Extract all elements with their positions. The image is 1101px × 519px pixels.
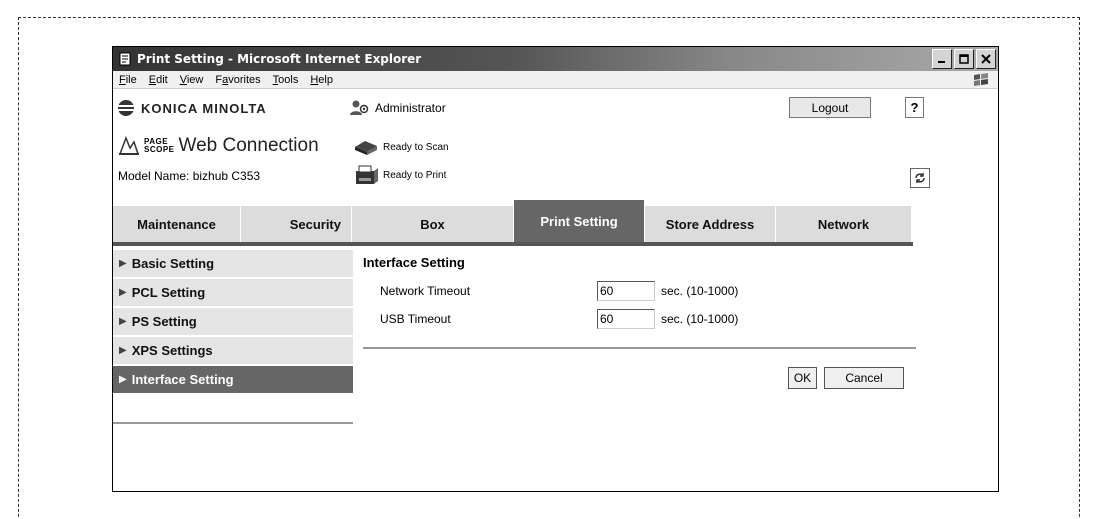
menu-tools[interactable]: Tools xyxy=(273,74,299,86)
usb-timeout-row: USB Timeout 60 sec. (10-1000) xyxy=(363,308,923,330)
logout-button[interactable]: Logout xyxy=(789,97,871,118)
konica-minolta-logo: KONICA MINOLTA xyxy=(118,100,267,116)
menu-view[interactable]: View xyxy=(180,74,204,86)
user-info: Administrator xyxy=(350,99,446,117)
usb-timeout-unit: sec. (10-1000) xyxy=(661,312,739,326)
triangle-right-icon: ▶ xyxy=(119,345,127,356)
triangle-right-icon: ▶ xyxy=(119,316,127,327)
tab-store-address[interactable]: Store Address xyxy=(645,206,776,242)
sidebar-item-interface-setting[interactable]: ▶ Interface Setting xyxy=(113,366,353,395)
sidebar-item-xps-settings[interactable]: ▶ XPS Settings xyxy=(113,337,353,366)
triangle-right-icon: ▶ xyxy=(119,374,127,385)
maximize-icon[interactable] xyxy=(954,49,974,69)
pagescope-logo: PAGE SCOPE Web Connection xyxy=(118,135,319,157)
ok-button[interactable]: OK xyxy=(788,367,817,389)
window-title: Print Setting - Microsoft Internet Explo… xyxy=(137,52,422,66)
network-timeout-label: Network Timeout xyxy=(380,284,471,298)
scan-status: Ready to Scan xyxy=(353,137,449,157)
ie-page-icon xyxy=(118,52,132,66)
konica-minolta-globe-icon xyxy=(118,100,134,116)
web-connection-title: Web Connection xyxy=(178,135,319,156)
cancel-button[interactable]: Cancel xyxy=(824,367,904,389)
tab-box[interactable]: Box xyxy=(352,206,514,242)
model-name: Model Name: bizhub C353 xyxy=(118,169,261,183)
scanner-icon xyxy=(353,137,379,157)
minimize-icon[interactable] xyxy=(932,49,952,69)
windows-flag-icon xyxy=(972,72,990,87)
administrator-icon xyxy=(350,99,370,117)
printer-icon xyxy=(353,165,379,185)
refresh-icon[interactable] xyxy=(910,168,930,188)
tab-underline xyxy=(113,242,913,246)
sidebar-item-pcl-setting[interactable]: ▶ PCL Setting xyxy=(113,279,353,308)
menu-help[interactable]: Help xyxy=(310,74,333,86)
tab-security[interactable]: Security xyxy=(241,206,352,242)
sidebar-divider xyxy=(113,422,353,424)
network-timeout-unit: sec. (10-1000) xyxy=(661,284,739,298)
sidebar-item-basic-setting[interactable]: ▶ Basic Setting xyxy=(113,250,353,279)
main-panel: Interface Setting Network Timeout 60 sec… xyxy=(363,250,923,389)
page-content: KONICA MINOLTA Administrator Logout ? PA… xyxy=(113,90,998,491)
section-title: Interface Setting xyxy=(363,255,465,270)
close-icon[interactable] xyxy=(976,49,996,69)
menu-bar: File Edit View Favorites Tools Help xyxy=(113,71,998,89)
menu-favorites[interactable]: Favorites xyxy=(215,74,260,86)
tab-maintenance[interactable]: Maintenance xyxy=(113,206,241,242)
network-timeout-input[interactable]: 60 xyxy=(597,281,655,301)
title-bar: Print Setting - Microsoft Internet Explo… xyxy=(113,47,998,71)
triangle-right-icon: ▶ xyxy=(119,258,127,269)
sidebar: ▶ Basic Setting ▶ PCL Setting ▶ PS Setti… xyxy=(113,250,353,424)
usb-timeout-label: USB Timeout xyxy=(380,312,451,326)
form-divider xyxy=(363,347,916,349)
pagescope-wordmark: PAGE SCOPE xyxy=(144,137,175,154)
tab-network[interactable]: Network xyxy=(776,206,912,242)
browser-window: Print Setting - Microsoft Internet Explo… xyxy=(112,46,999,492)
menu-file[interactable]: File xyxy=(119,74,137,86)
menu-edit[interactable]: Edit xyxy=(149,74,168,86)
main-tabs: Maintenance Security Box Print Setting S… xyxy=(113,200,913,242)
pagescope-icon xyxy=(118,135,140,156)
tab-print-setting[interactable]: Print Setting xyxy=(514,200,645,242)
sidebar-item-ps-setting[interactable]: ▶ PS Setting xyxy=(113,308,353,337)
usb-timeout-input[interactable]: 60 xyxy=(597,309,655,329)
network-timeout-row: Network Timeout 60 sec. (10-1000) xyxy=(363,280,923,302)
user-role: Administrator xyxy=(375,101,446,115)
triangle-right-icon: ▶ xyxy=(119,287,127,298)
print-status: Ready to Print xyxy=(353,165,446,185)
help-button[interactable]: ? xyxy=(905,97,924,118)
